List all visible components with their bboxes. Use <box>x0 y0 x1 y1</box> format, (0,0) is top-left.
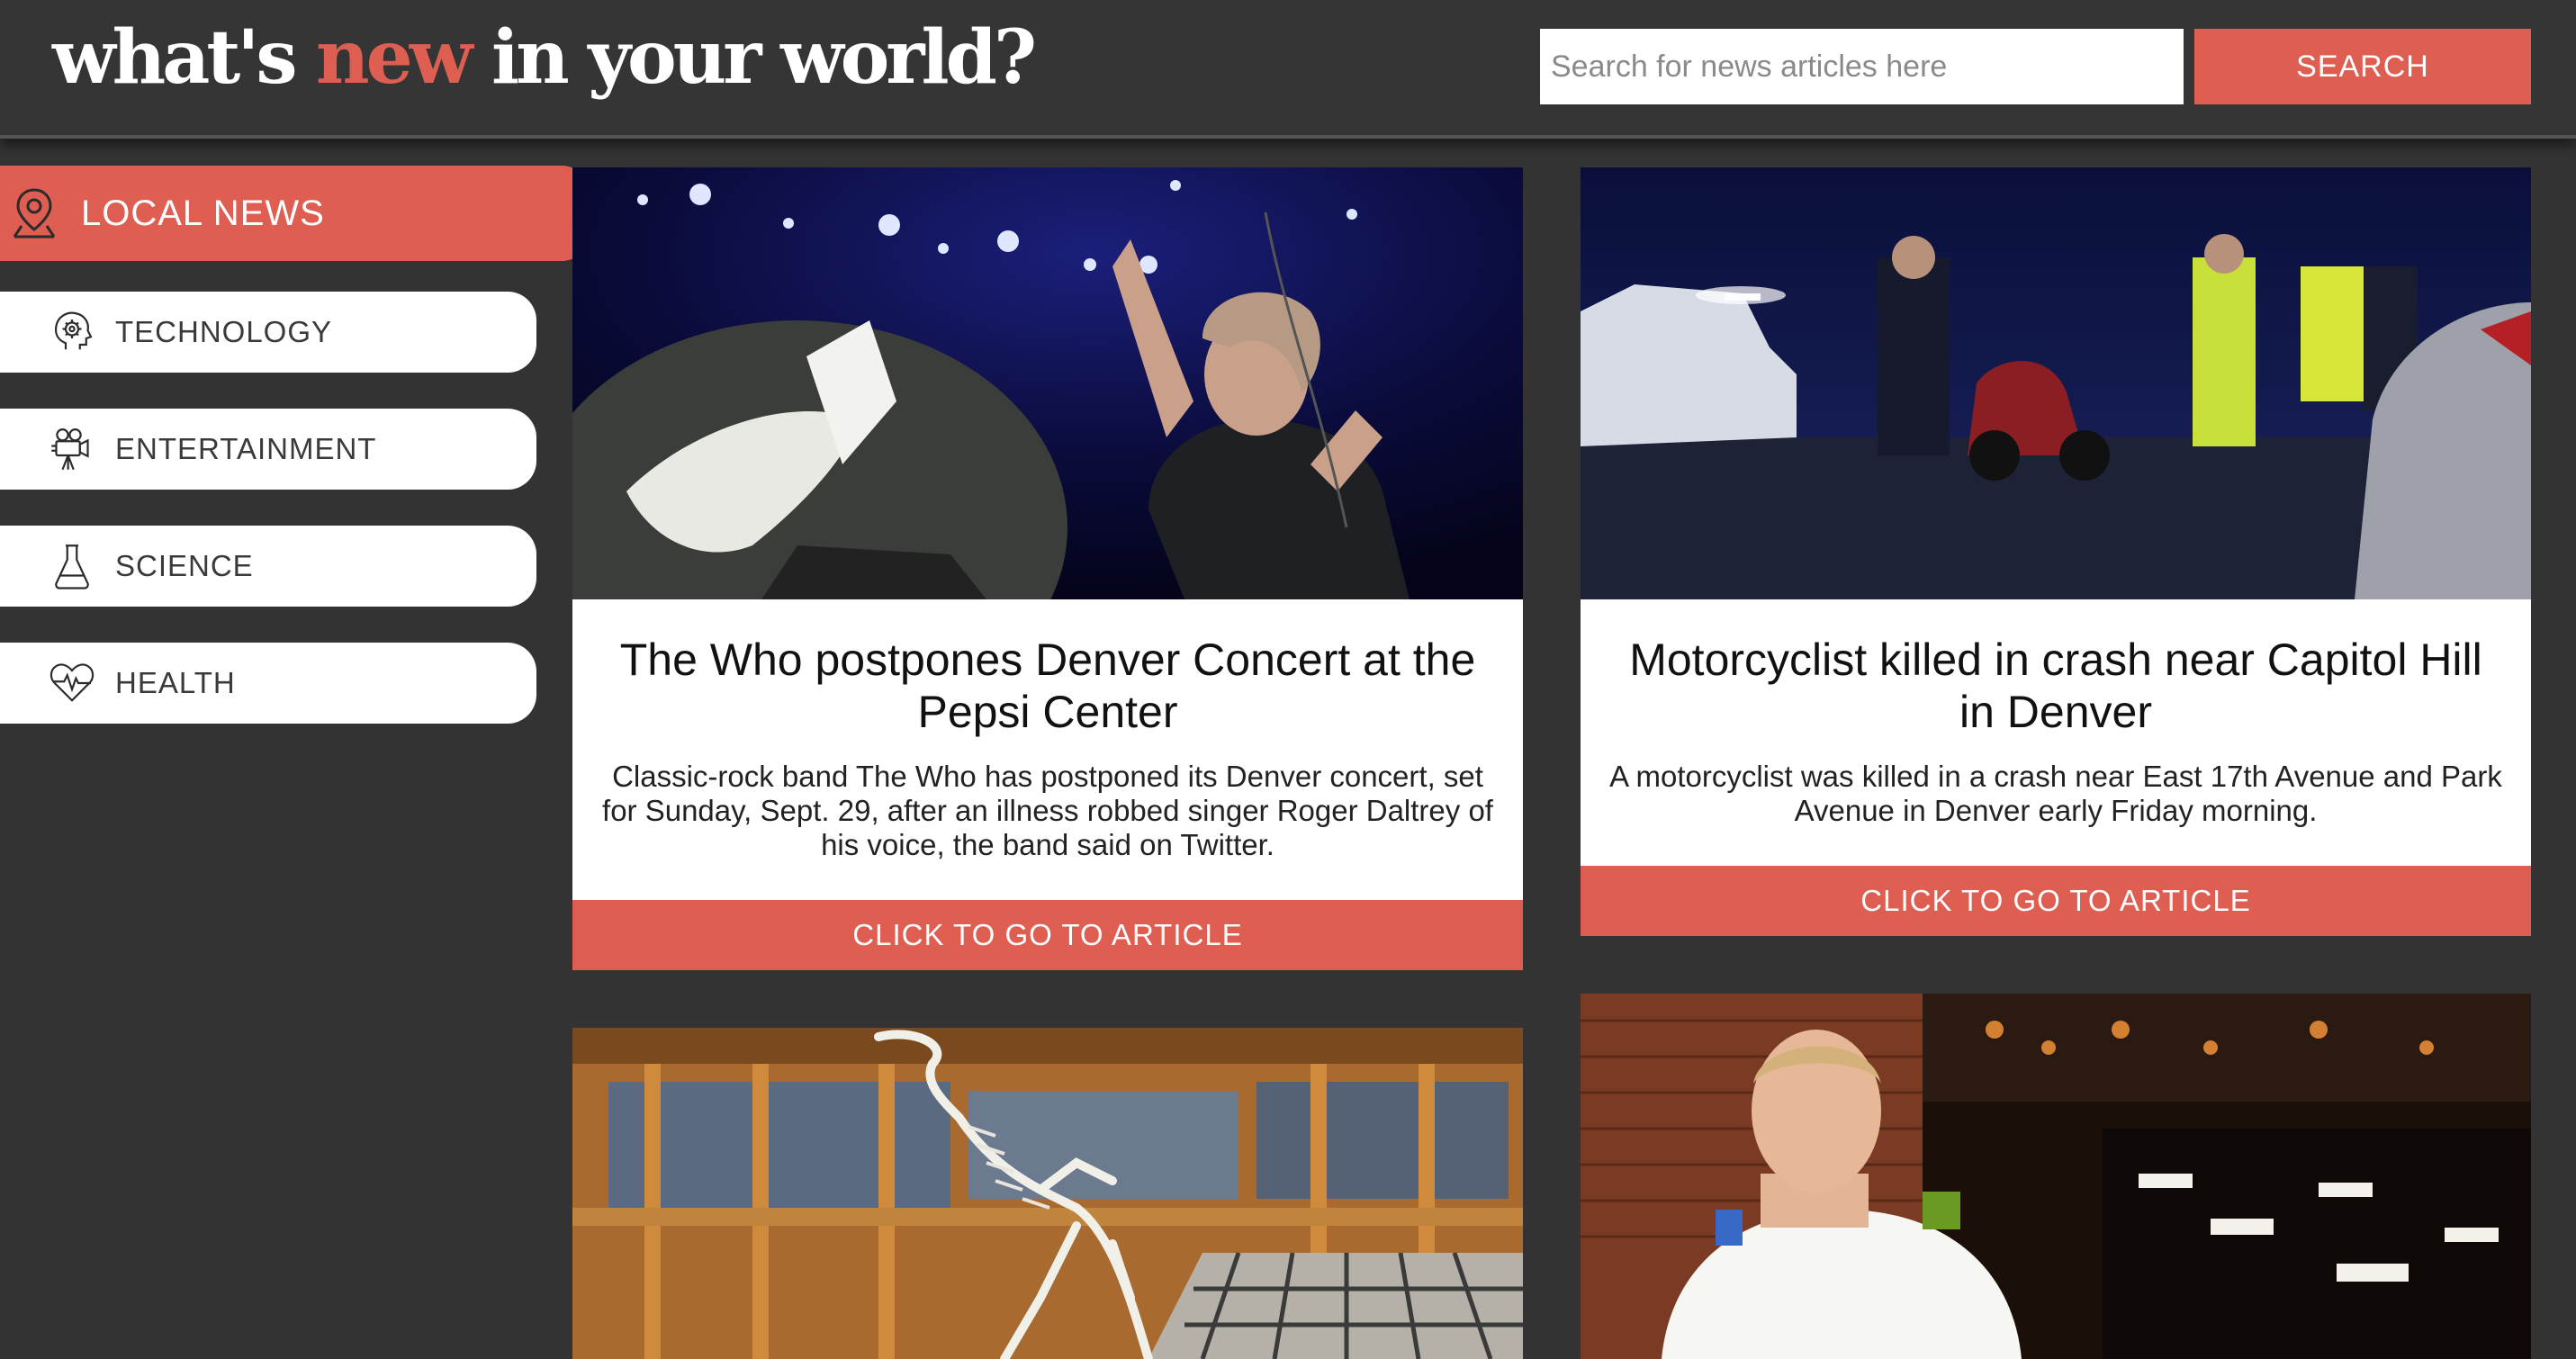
heartbeat-icon <box>47 658 97 708</box>
search-input[interactable] <box>1540 29 2184 104</box>
article-image-chef[interactable] <box>1581 994 2531 1359</box>
sidebar-item-label: ENTERTAINMENT <box>115 432 377 465</box>
flask-icon <box>47 541 97 591</box>
article-card <box>1581 994 2531 1359</box>
article-image-museum[interactable] <box>572 1028 1523 1359</box>
article-link-button[interactable]: CLICK TO GO TO ARTICLE <box>1581 866 2531 936</box>
sidebar-item-label: TECHNOLOGY <box>115 315 333 348</box>
sidebar-item-entertainment[interactable]: ENTERTAINMENT <box>0 409 536 490</box>
sidebar-item-technology[interactable]: TECHNOLOGY <box>0 292 536 373</box>
film-camera-icon <box>47 424 97 474</box>
logo-text-start: what's <box>52 14 317 101</box>
sidebar-item-local-news[interactable]: LOCAL NEWS <box>0 166 590 261</box>
site-logo[interactable]: what's new in your world? <box>52 14 1037 101</box>
brain-gear-icon <box>47 307 97 357</box>
article-title[interactable]: Motorcyclist killed in crash near Capito… <box>1606 634 2506 738</box>
article-body: The Who postpones Denver Concert at the … <box>572 599 1523 862</box>
search-button[interactable]: SEARCH <box>2194 29 2531 104</box>
article-link-button[interactable]: CLICK TO GO TO ARTICLE <box>572 900 1523 970</box>
sidebar-item-label: LOCAL NEWS <box>81 193 325 233</box>
article-card <box>572 1028 1523 1359</box>
site-header: what's new in your world? SEARCH <box>0 0 2576 139</box>
article-image-crash-scene[interactable] <box>1581 167 2531 599</box>
article-summary: Classic-rock band The Who has postponed … <box>602 760 1493 861</box>
article-card: The Who postpones Denver Concert at the … <box>572 167 1523 970</box>
sidebar-item-label: HEALTH <box>115 666 236 699</box>
map-pin-icon <box>5 184 63 242</box>
sidebar-item-science[interactable]: SCIENCE <box>0 526 536 607</box>
logo-text-end: in your world? <box>469 14 1037 101</box>
article-image-concert[interactable] <box>572 167 1523 599</box>
sidebar-item-label: SCIENCE <box>115 549 254 582</box>
article-card: Motorcyclist killed in crash near Capito… <box>1581 167 2531 936</box>
article-summary: A motorcyclist was killed in a crash nea… <box>1609 760 2502 827</box>
logo-text-accent: new <box>316 14 473 101</box>
sidebar-item-health[interactable]: HEALTH <box>0 643 536 724</box>
article-title[interactable]: The Who postpones Denver Concert at the … <box>598 634 1498 738</box>
article-body: Motorcyclist killed in crash near Capito… <box>1581 599 2531 828</box>
